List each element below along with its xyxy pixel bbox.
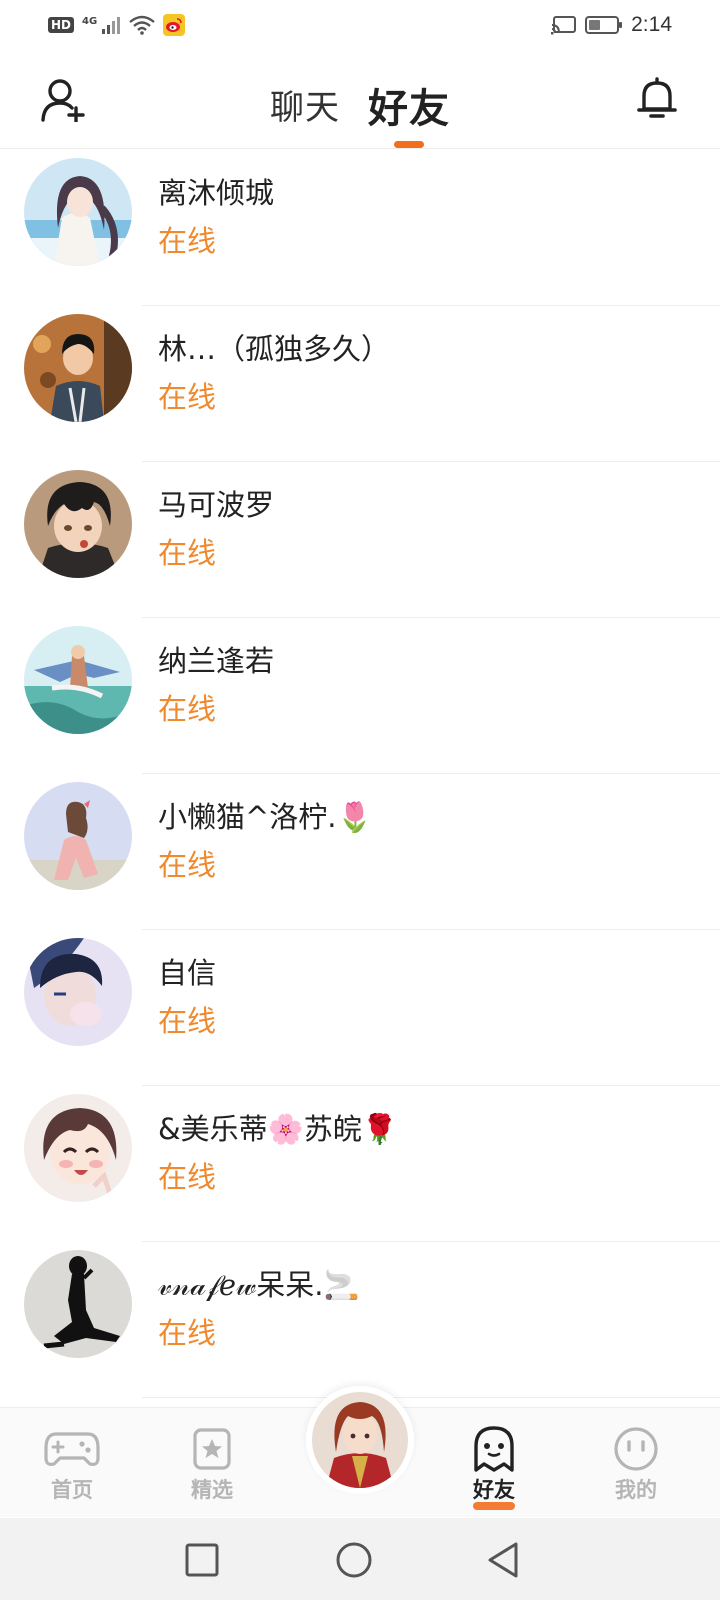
friend-name: 林…（孤独多久） <box>158 332 391 366</box>
friend-name: 马可波罗 <box>158 488 275 522</box>
avatar[interactable] <box>24 470 132 578</box>
online-status: 在线 <box>158 1316 217 1350</box>
avatar[interactable] <box>24 626 132 734</box>
avatar[interactable] <box>24 782 132 890</box>
friend-row[interactable]: 林…（孤独多久） 在线 <box>0 306 720 462</box>
online-status: 在线 <box>158 380 217 414</box>
avatar[interactable] <box>24 1094 132 1202</box>
center-avatar-button[interactable] <box>306 1386 414 1494</box>
online-status: 在线 <box>158 1160 217 1194</box>
friends-screen: HD 4G 2:14 聊天 好友 离沐倾城 在线 林…（孤独多久） 在线 马可波… <box>0 0 720 1600</box>
nav-featured-label: 精选 <box>191 1478 233 1502</box>
online-status: 在线 <box>158 1004 217 1038</box>
friend-name: 离沐倾城 <box>158 176 275 210</box>
friend-row[interactable]: &美乐蒂🌸苏皖🌹 在线 <box>0 1086 720 1242</box>
friend-row[interactable]: 马可波罗 在线 <box>0 462 720 618</box>
online-status: 在线 <box>158 224 217 258</box>
friend-name: &美乐蒂🌸苏皖🌹 <box>158 1112 398 1146</box>
network-type: 4G <box>82 15 98 27</box>
friend-name: 纳兰逢若 <box>158 644 275 678</box>
weibo-notification-icon <box>163 14 186 36</box>
online-status: 在线 <box>158 692 217 726</box>
nav-featured[interactable]: 精选 <box>162 1426 262 1516</box>
avatar[interactable] <box>24 314 132 422</box>
center-avatar[interactable] <box>312 1392 408 1488</box>
signal-icon <box>102 17 121 34</box>
active-nav-indicator <box>473 1502 515 1510</box>
system-nav-bar <box>0 1518 720 1600</box>
friend-name: 𝓋𝓃𝒶𝒻ℯ𝓌呆呆.🚬 <box>158 1268 360 1302</box>
tab-chat[interactable]: 聊天 <box>270 80 340 129</box>
nav-friends-label: 好友 <box>473 1478 515 1502</box>
back-triangle-icon[interactable] <box>482 1538 526 1582</box>
tab-friends[interactable]: 好友 <box>368 76 450 134</box>
cast-icon <box>551 16 577 35</box>
top-header: 聊天 好友 <box>0 50 720 149</box>
friend-row[interactable]: 离沐倾城 在线 <box>0 150 720 306</box>
hd-badge: HD <box>48 17 75 33</box>
circle-icon[interactable] <box>332 1538 376 1582</box>
avatar[interactable] <box>24 158 132 266</box>
wifi-icon <box>129 15 155 35</box>
ghost-icon <box>474 1426 514 1472</box>
friend-row[interactable]: 小懒猫^洛柠.🌷 在线 <box>0 774 720 930</box>
top-tabs: 聊天 好友 <box>0 50 720 149</box>
active-tab-indicator <box>394 141 424 148</box>
nav-me-label: 我的 <box>615 1478 657 1502</box>
nav-me[interactable]: 我的 <box>586 1426 686 1516</box>
nav-home-label: 首页 <box>51 1478 93 1502</box>
friend-row[interactable]: 𝓋𝓃𝒶𝒻ℯ𝓌呆呆.🚬 在线 <box>0 1242 720 1398</box>
avatar[interactable] <box>24 1250 132 1358</box>
clock: 2:14 <box>631 13 672 36</box>
face-icon <box>614 1427 658 1471</box>
friend-row[interactable]: 自信 在线 <box>0 930 720 1086</box>
online-status: 在线 <box>158 848 217 882</box>
nav-friends[interactable]: 好友 <box>444 1426 544 1516</box>
online-status: 在线 <box>158 536 217 570</box>
star-card-icon <box>193 1428 231 1470</box>
gamepad-icon <box>44 1432 100 1466</box>
bell-icon[interactable] <box>636 76 678 120</box>
friend-row[interactable]: 纳兰逢若 在线 <box>0 618 720 774</box>
friend-name: 自信 <box>158 956 217 990</box>
battery-icon <box>585 16 623 34</box>
status-bar: HD 4G 2:14 <box>0 0 720 50</box>
friend-list[interactable]: 离沐倾城 在线 林…（孤独多久） 在线 马可波罗 在线 纳兰逢若 在线 小懒猫^… <box>0 150 720 1406</box>
avatar[interactable] <box>24 938 132 1046</box>
divider <box>142 1397 720 1398</box>
nav-home[interactable]: 首页 <box>22 1426 122 1516</box>
square-icon[interactable] <box>180 1538 224 1582</box>
friend-name: 小懒猫^洛柠.🌷 <box>158 800 373 834</box>
